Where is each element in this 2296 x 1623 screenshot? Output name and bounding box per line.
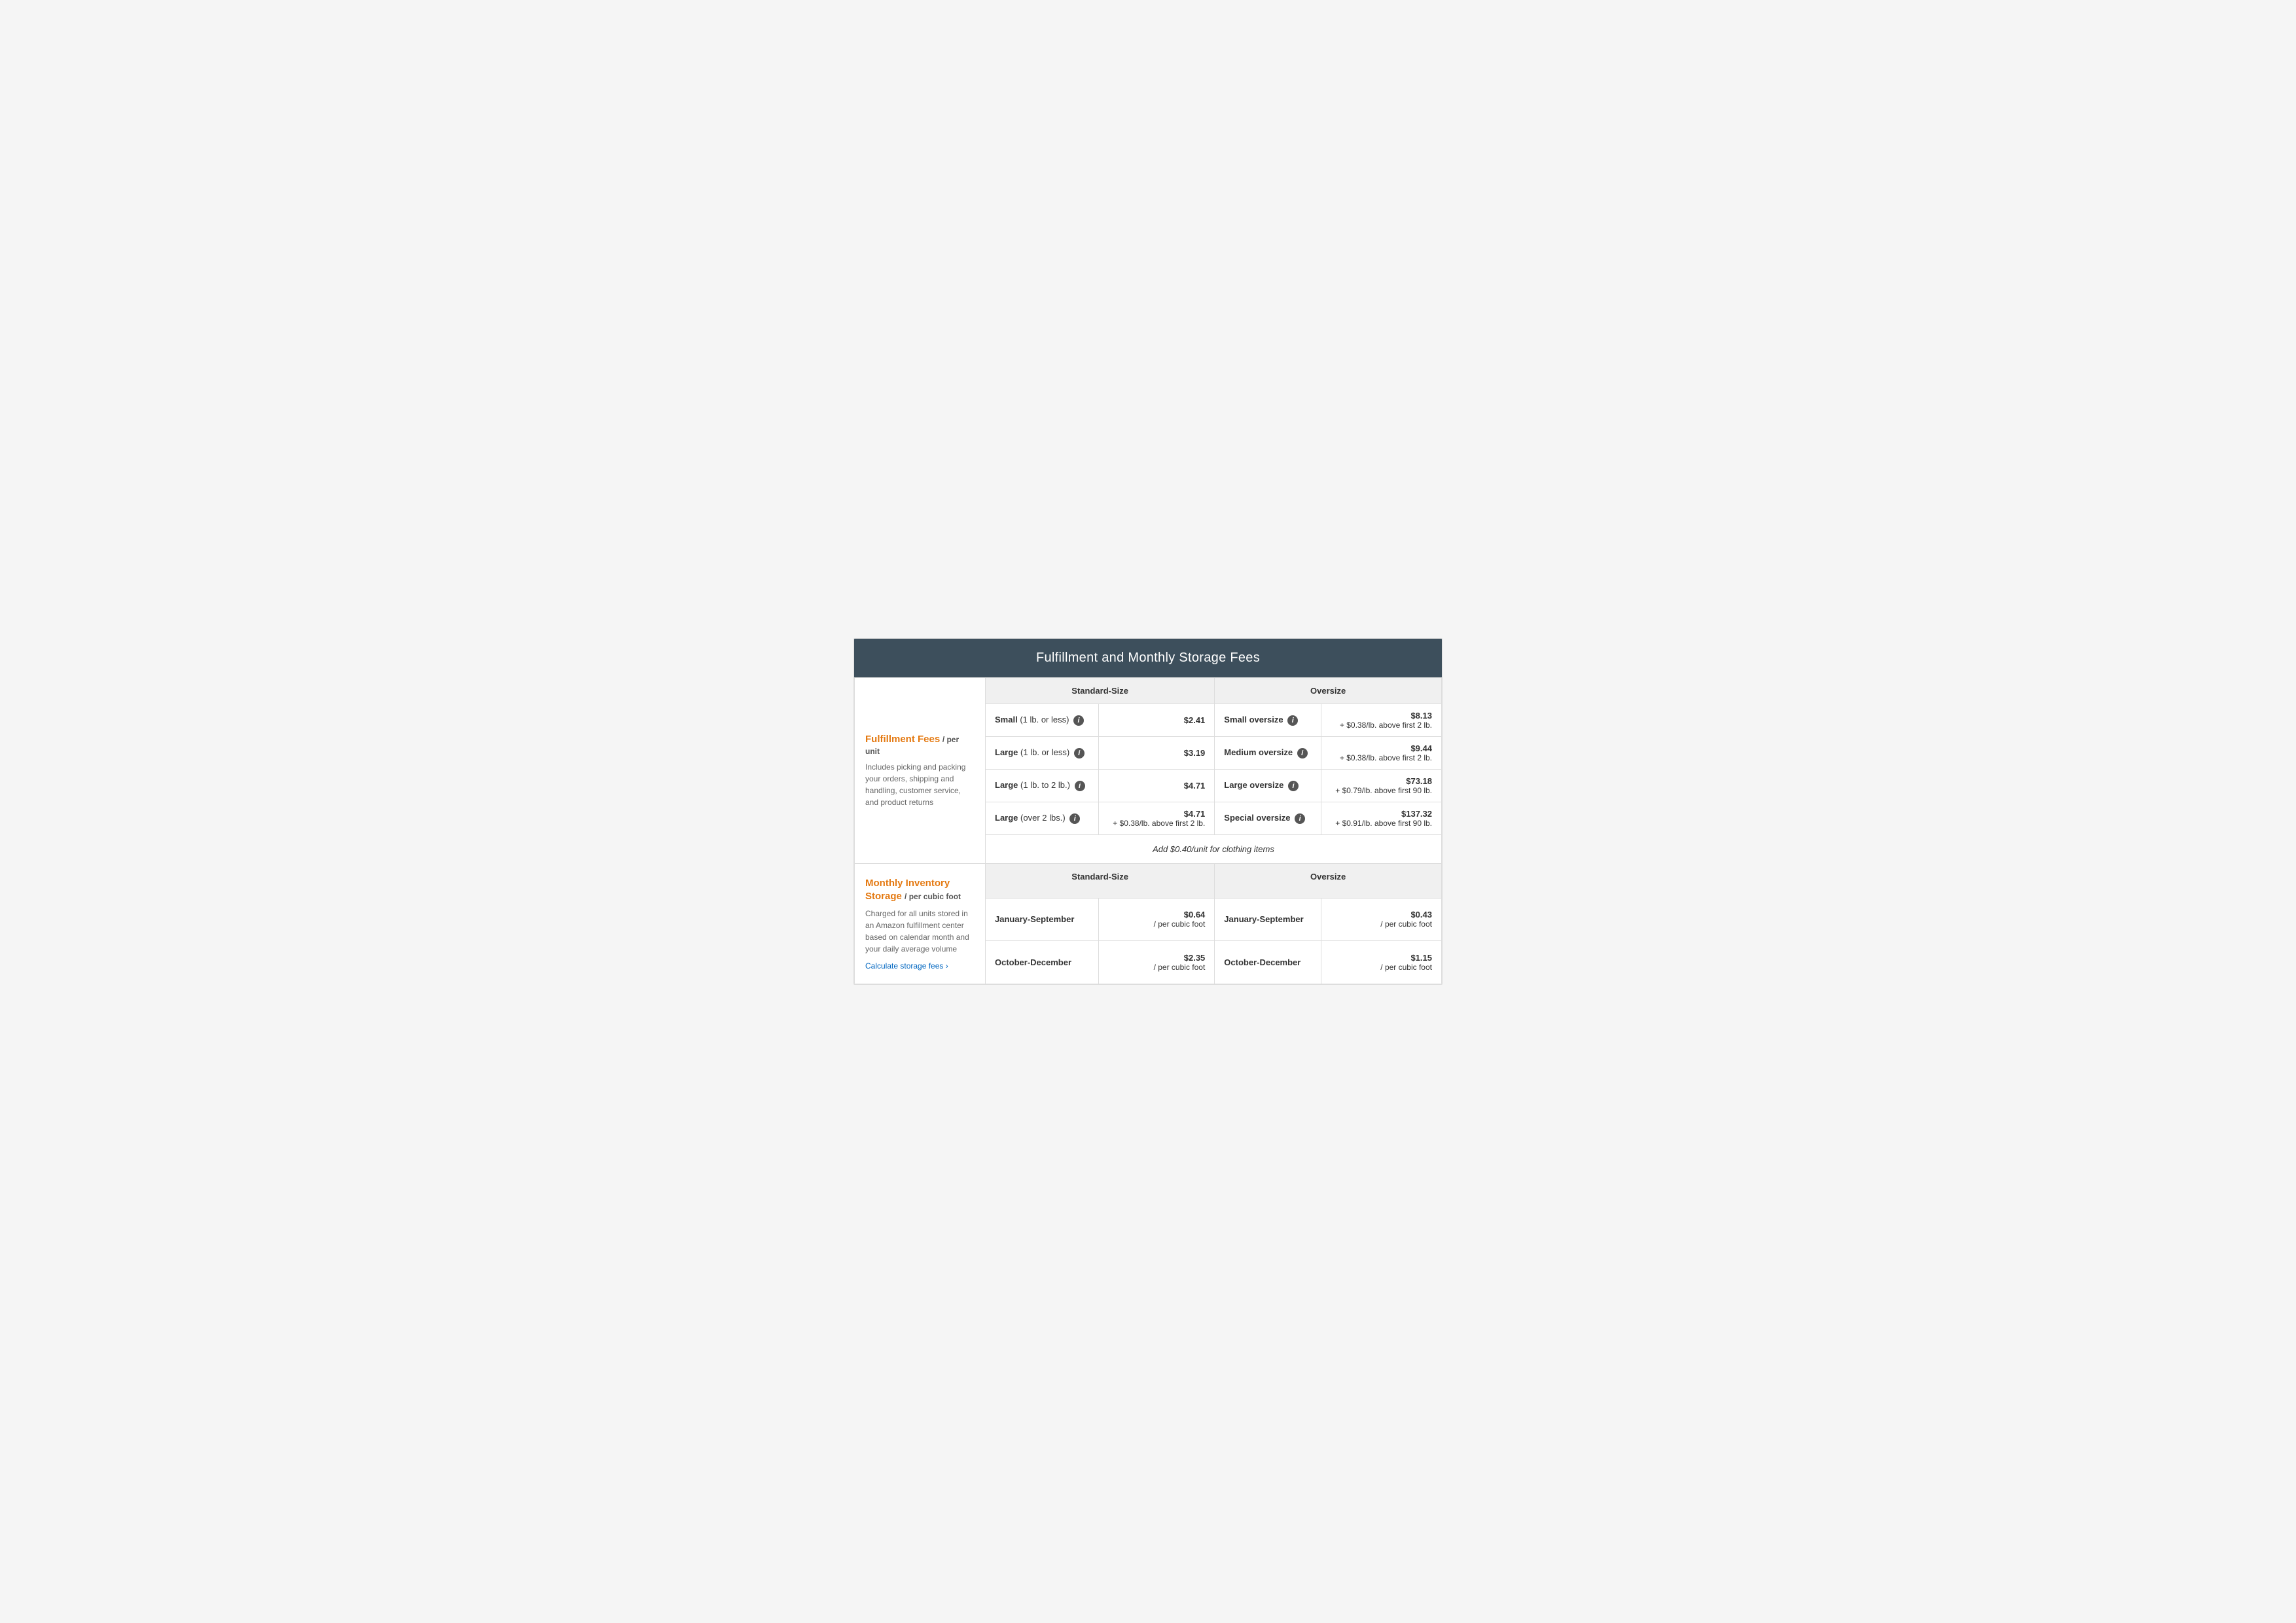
info-icon-over-row3[interactable]: i (1288, 781, 1299, 791)
standard-row3-label: Large (1 lb. to 2 lb.) i (986, 770, 1099, 802)
oversize-row4-price: $137.32 + $0.91/lb. above first 90 lb. (1321, 802, 1442, 835)
oversize-row3-price: $73.18 + $0.79/lb. above first 90 lb. (1321, 770, 1442, 802)
info-icon-std-row2[interactable]: i (1074, 748, 1085, 758)
oversize-row1-price: $8.13 + $0.38/lb. above first 2 lb. (1321, 704, 1442, 737)
storage-left-panel: Monthly Inventory Storage / per cubic fo… (855, 864, 986, 984)
main-container: Fulfillment and Monthly Storage Fees Ful… (853, 638, 1443, 985)
standard-row4-price: $4.71 + $0.38/lb. above first 2 lb. (1099, 802, 1215, 835)
oversize-row1-label: Small oversize i (1215, 704, 1321, 737)
storage-over-row2-label: October-December (1215, 941, 1321, 984)
standard-row4-label: Large (over 2 lbs.) i (986, 802, 1099, 835)
oversize-row4-label: Special oversize i (1215, 802, 1321, 835)
page-title: Fulfillment and Monthly Storage Fees (854, 639, 1442, 677)
standard-row1-price: $2.41 (1099, 704, 1215, 737)
info-icon-std-row4[interactable]: i (1069, 813, 1080, 824)
standard-row1-label: Small (1 lb. or less) i (986, 704, 1099, 737)
fulfillment-header-row: Fulfillment Fees / per unit Includes pic… (855, 678, 1442, 704)
storage-section-title: Monthly Inventory Storage / per cubic fo… (865, 877, 975, 902)
standard-row2-label: Large (1 lb. or less) i (986, 737, 1099, 770)
fulfillment-left-panel: Fulfillment Fees / per unit Includes pic… (855, 678, 986, 864)
oversize-row2-price: $9.44 + $0.38/lb. above first 2 lb. (1321, 737, 1442, 770)
info-icon-over-row1[interactable]: i (1287, 715, 1298, 726)
oversize-header: Oversize (1215, 678, 1442, 704)
standard-row2-price: $3.19 (1099, 737, 1215, 770)
storage-std-row1-label: January-September (986, 898, 1099, 941)
oversize-row3-label: Large oversize i (1215, 770, 1321, 802)
storage-std-row1-price: $0.64 / per cubic foot (1099, 898, 1215, 941)
storage-over-row2-price: $1.15 / per cubic foot (1321, 941, 1442, 984)
storage-standard-header: Standard-Size (986, 864, 1215, 899)
fulfillment-description: Includes picking and packing your orders… (865, 761, 975, 808)
standard-row3-price: $4.71 (1099, 770, 1215, 802)
storage-std-row2-label: October-December (986, 941, 1099, 984)
storage-header-row: Monthly Inventory Storage / per cubic fo… (855, 864, 1442, 899)
info-icon-over-row2[interactable]: i (1297, 748, 1308, 758)
info-icon-over-row4[interactable]: i (1295, 813, 1305, 824)
standard-size-header: Standard-Size (986, 678, 1215, 704)
oversize-row2-label: Medium oversize i (1215, 737, 1321, 770)
calculate-storage-link[interactable]: Calculate storage fees › (865, 961, 975, 971)
storage-over-row1-price: $0.43 / per cubic foot (1321, 898, 1442, 941)
clothing-note: Add $0.40/unit for clothing items (986, 835, 1442, 864)
storage-oversize-header: Oversize (1215, 864, 1442, 899)
info-icon-std-row1[interactable]: i (1073, 715, 1084, 726)
storage-std-row2-price: $2.35 / per cubic foot (1099, 941, 1215, 984)
fees-table: Fulfillment Fees / per unit Includes pic… (854, 677, 1442, 984)
storage-over-row1-label: January-September (1215, 898, 1321, 941)
storage-description: Charged for all units stored in an Amazo… (865, 908, 975, 955)
info-icon-std-row3[interactable]: i (1075, 781, 1085, 791)
fulfillment-section-title: Fulfillment Fees / per unit (865, 733, 975, 756)
